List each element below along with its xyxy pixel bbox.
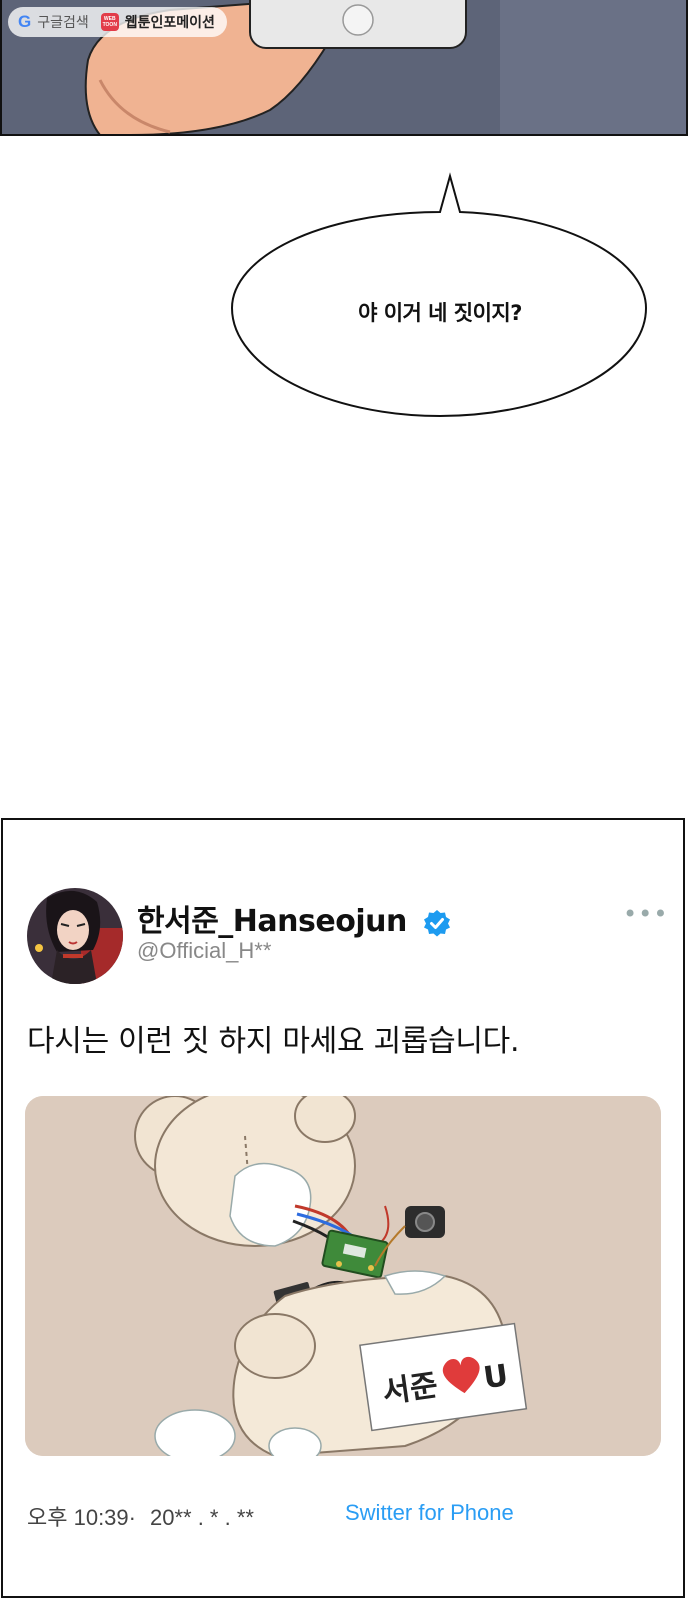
verified-check-icon (423, 909, 450, 936)
tweet-date: 20** . * . ** (149, 1505, 254, 1530)
display-name[interactable]: 한서준_Hanseojun (137, 896, 451, 940)
more-dots-icon[interactable]: ••• (623, 900, 668, 928)
watermark-search-label: 구글검색 (37, 15, 89, 31)
display-name-text: 한서준_Hanseojun (137, 904, 407, 939)
tweet-timestamp: 오후 10:39· 20** . * . ** (27, 1500, 254, 1532)
tweet-text: 다시는 이런 짓 하지 마세요 괴롭습니다. (27, 1024, 520, 1059)
watermark-site-label: 웹툰인포메이션 (124, 15, 215, 31)
avatar[interactable] (27, 888, 123, 984)
google-g-icon: G (18, 12, 32, 31)
tweet-media-image[interactable]: 서준 U (25, 1096, 661, 1456)
webtoon-logo-icon: WEB TOON (100, 13, 119, 31)
tweet-source-link[interactable]: Switter for Phone (345, 1500, 514, 1526)
tweet-card: 한서준_Hanseojun @Official_H** ••• 다시는 이런 짓… (1, 818, 685, 1598)
speech-bubble (230, 172, 648, 418)
tweet-time: 오후 10:39· (27, 1505, 136, 1530)
handle[interactable]: @Official_H** (137, 938, 271, 964)
note-suffix: U (481, 1358, 510, 1396)
watermark-badge: G 구글검색 WEB TOON 웹툰인포메이션 (8, 7, 227, 37)
speech-bubble-text: 야 이거 네 짓이지? (358, 301, 522, 325)
